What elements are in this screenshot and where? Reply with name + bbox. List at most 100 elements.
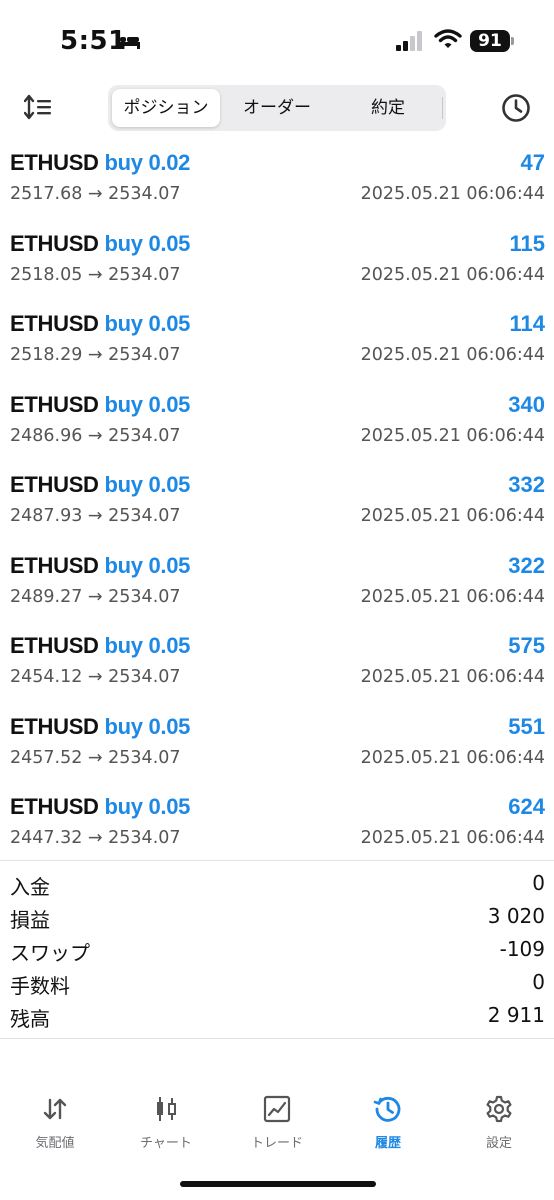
positions-list: ETHUSD buy 0.02 47 2517.68 → 2534.07 202…: [0, 138, 554, 863]
summary-divider-top: [0, 860, 554, 861]
segmented-control: ポジション オーダー 約定: [108, 85, 446, 131]
position-profit: 332: [508, 472, 545, 497]
position-row[interactable]: ETHUSD buy 0.05 340 2486.96 → 2534.07 20…: [0, 380, 554, 461]
position-title: ETHUSD buy 0.05: [10, 794, 190, 820]
tab-label: 履歴: [374, 1136, 401, 1151]
position-title: ETHUSD buy 0.05: [10, 392, 190, 418]
segment-deals-label: 約定: [371, 98, 405, 118]
tab-label: チャート: [140, 1136, 192, 1151]
position-profit: 322: [508, 552, 545, 578]
segment-positions-label: ポジション: [123, 98, 209, 118]
trade-chart-icon: [263, 1095, 291, 1123]
summary-divider-bottom: [0, 1038, 554, 1039]
position-profit: 551: [508, 713, 545, 739]
position-price: 2487.93 → 2534.07: [10, 506, 181, 526]
position-profit: 47: [520, 150, 545, 175]
tab-settings[interactable]: 設定: [444, 1090, 554, 1160]
tab-label: 設定: [485, 1136, 512, 1151]
position-time: 2025.05.21 06:06:44: [360, 425, 545, 446]
position-row[interactable]: ETHUSD buy 0.05 115 2518.05 → 2534.07 20…: [0, 219, 554, 300]
segment-deals[interactable]: 約定: [332, 85, 444, 131]
tab-bar: 気配値 チャート トレード 履歴 設定: [0, 1090, 554, 1160]
position-symbol: ETHUSD: [10, 472, 99, 497]
position-row[interactable]: ETHUSD buy 0.05 322 2489.27 → 2534.07 20…: [0, 541, 554, 622]
position-side: buy 0.05: [104, 472, 191, 497]
summary-row-deposit: 入金 0: [0, 868, 554, 901]
tab-history[interactable]: 履歴: [333, 1090, 443, 1160]
segment-orders-label: オーダー: [243, 98, 311, 118]
segment-positions[interactable]: ポジション: [110, 85, 222, 131]
position-price: 2447.32 → 2534.07: [10, 828, 181, 848]
position-side: buy 0.05: [104, 230, 191, 256]
summary-label: 手数料: [10, 974, 70, 998]
battery-tip: [511, 37, 514, 45]
position-row[interactable]: ETHUSD buy 0.02 47 2517.68 → 2534.07 202…: [0, 138, 554, 219]
position-title: ETHUSD buy 0.05: [10, 311, 190, 337]
tab-label: 気配値: [35, 1136, 75, 1151]
summary-value: 2 911: [487, 1003, 545, 1027]
position-side: buy 0.05: [104, 552, 191, 578]
position-time: 2025.05.21 06:06:44: [360, 747, 545, 768]
wifi-icon: [434, 29, 462, 48]
summary-label: 残高: [10, 1007, 50, 1031]
position-side: buy 0.05: [104, 311, 191, 336]
summary-row-commission: 手数料 0: [0, 967, 554, 1000]
position-profit: 575: [508, 633, 545, 658]
summary-value: 0: [532, 970, 545, 994]
summary-row-balance: 残高 2 911: [0, 1000, 554, 1033]
position-side: buy 0.05: [104, 633, 191, 658]
position-row[interactable]: ETHUSD buy 0.05 332 2487.93 → 2534.07 20…: [0, 460, 554, 541]
position-side: buy 0.05: [104, 713, 191, 739]
position-time: 2025.05.21 06:06:44: [360, 506, 545, 526]
battery-icon: 91: [470, 30, 510, 52]
tab-chart[interactable]: チャート: [111, 1090, 221, 1160]
position-price: 2518.05 → 2534.07: [10, 264, 181, 285]
position-symbol: ETHUSD: [10, 713, 99, 739]
position-side: buy 0.05: [104, 794, 191, 819]
summary-row-profit: 損益 3 020: [0, 901, 554, 934]
position-title: ETHUSD buy 0.05: [10, 714, 190, 740]
position-symbol: ETHUSD: [10, 552, 99, 578]
status-bar: 5:51 91: [0, 0, 554, 80]
toolbar: ポジション オーダー 約定: [0, 82, 554, 134]
position-time: 2025.05.21 06:06:44: [360, 586, 545, 607]
position-time: 2025.05.21 06:06:44: [360, 345, 545, 365]
history-clock-icon[interactable]: [500, 92, 532, 124]
history-icon: [373, 1096, 401, 1122]
position-price: 2457.52 → 2534.07: [10, 747, 181, 768]
tab-label: トレード: [250, 1136, 303, 1151]
signal-icon: [396, 31, 422, 51]
position-symbol: ETHUSD: [10, 794, 99, 819]
summary-label: スワップ: [10, 941, 90, 965]
position-row[interactable]: ETHUSD buy 0.05 114 2518.29 → 2534.07 20…: [0, 299, 554, 380]
position-time: 2025.05.21 06:06:44: [360, 184, 545, 204]
position-side: buy 0.05: [104, 391, 191, 417]
position-title: ETHUSD buy 0.05: [10, 633, 190, 659]
position-profit: 114: [509, 311, 546, 336]
position-profit: 624: [508, 794, 545, 819]
bed-icon: [116, 33, 140, 49]
summary-value: -109: [499, 937, 545, 961]
position-side: buy 0.02: [104, 150, 191, 175]
position-price: 2517.68 → 2534.07: [10, 184, 181, 204]
position-price: 2518.29 → 2534.07: [10, 345, 181, 365]
position-symbol: ETHUSD: [10, 391, 99, 417]
gear-icon: [486, 1095, 512, 1123]
tab-quotes[interactable]: 気配値: [0, 1090, 110, 1160]
position-price: 2454.12 → 2534.07: [10, 667, 181, 687]
home-indicator[interactable]: [180, 1181, 376, 1187]
position-row[interactable]: ETHUSD buy 0.05 624 2447.32 → 2534.07 20…: [0, 782, 554, 863]
position-profit: 115: [509, 230, 546, 256]
sort-icon[interactable]: [24, 94, 54, 120]
position-symbol: ETHUSD: [10, 230, 99, 256]
tab-trade[interactable]: トレード: [222, 1090, 332, 1160]
segment-orders[interactable]: オーダー: [222, 85, 332, 131]
summary-label: 入金: [10, 875, 50, 899]
position-title: ETHUSD buy 0.05: [10, 472, 190, 498]
position-title: ETHUSD buy 0.05: [10, 231, 190, 257]
position-time: 2025.05.21 06:06:44: [360, 828, 545, 848]
position-row[interactable]: ETHUSD buy 0.05 551 2457.52 → 2534.07 20…: [0, 702, 554, 783]
position-symbol: ETHUSD: [10, 311, 99, 336]
position-row[interactable]: ETHUSD buy 0.05 575 2454.12 → 2534.07 20…: [0, 621, 554, 702]
summary-value: 3 020: [487, 904, 545, 928]
